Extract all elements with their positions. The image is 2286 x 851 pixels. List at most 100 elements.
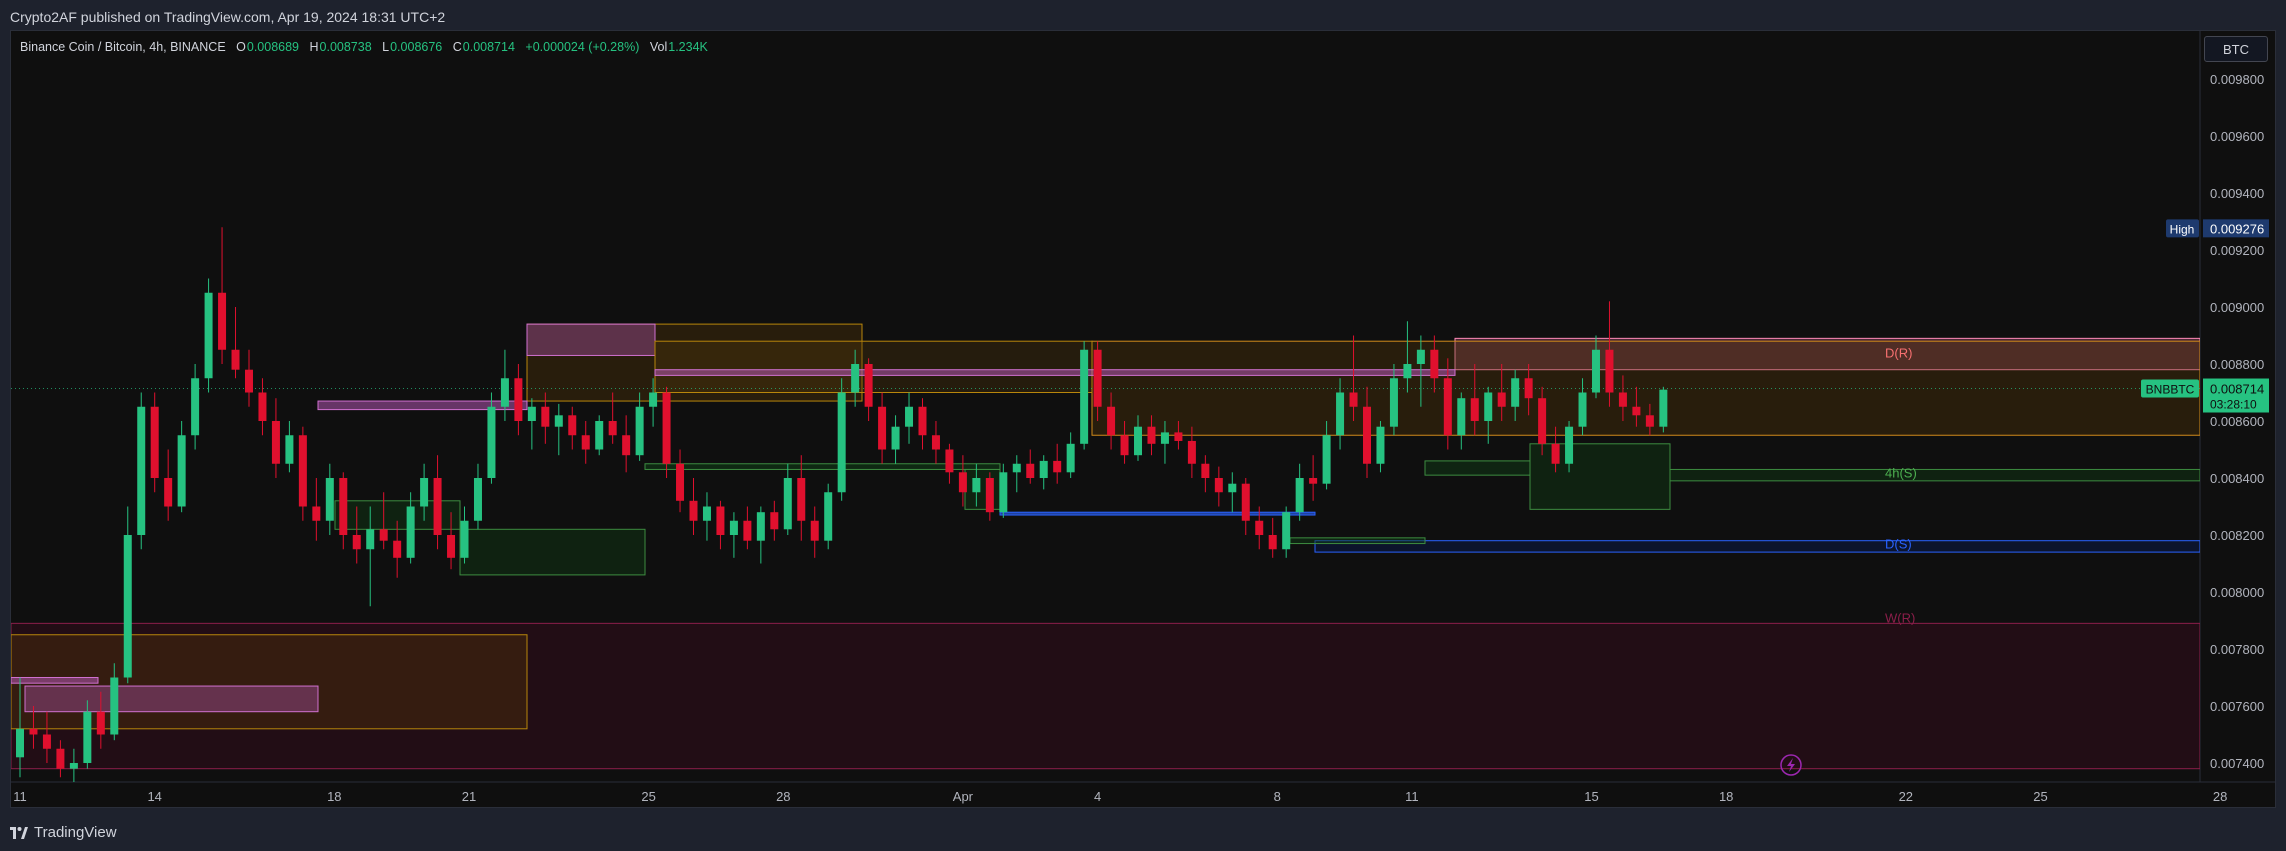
- candle: [1255, 520, 1264, 535]
- candle: [1363, 406, 1371, 464]
- low-value: 0.008676: [390, 40, 443, 54]
- candle: [716, 506, 725, 535]
- x-tick-label: 18: [327, 789, 341, 804]
- candle: [972, 478, 981, 493]
- candle: [649, 392, 658, 407]
- candle: [824, 492, 833, 541]
- high-value: 0.008738: [319, 40, 372, 54]
- candle: [1659, 389, 1668, 427]
- candle: [500, 378, 509, 407]
- candle: [447, 535, 456, 558]
- candle: [568, 415, 577, 436]
- candle: [366, 529, 375, 550]
- x-tick-label: 21: [462, 789, 476, 804]
- candle: [379, 529, 388, 541]
- y-tick-label: 0.008000: [2210, 585, 2264, 600]
- green-line-low: [1289, 537, 1426, 545]
- candle: [676, 463, 685, 501]
- candle: [1147, 426, 1156, 444]
- candle: [352, 535, 361, 550]
- candle: [514, 378, 523, 421]
- currency-button[interactable]: BTC: [2204, 36, 2268, 62]
- four-hour-support-zone: [1669, 468, 2200, 482]
- candle: [16, 728, 24, 758]
- candle: [164, 478, 173, 507]
- price-chart[interactable]: D(R) 4h(S) D(S) W(R) 0.009800 0.009600 0.00940…: [0, 0, 2286, 851]
- candle: [69, 763, 78, 769]
- candle: [1376, 426, 1385, 464]
- candle: [204, 292, 213, 379]
- candle: [271, 421, 280, 464]
- tradingview-logo[interactable]: TradingView: [10, 824, 117, 841]
- candle: [1443, 378, 1452, 436]
- x-tick-label: 4: [1094, 789, 1101, 804]
- candle: [1039, 460, 1048, 478]
- zone-label: D(R): [1885, 346, 1912, 361]
- candle: [110, 677, 119, 735]
- candle: [460, 520, 469, 558]
- candle: [42, 734, 51, 749]
- tradingview-brand: TradingView: [34, 824, 117, 841]
- candle: [985, 478, 994, 513]
- candle: [837, 392, 846, 493]
- y-tick-label: 0.008600: [2210, 414, 2264, 429]
- candle: [1578, 392, 1587, 427]
- candle: [851, 364, 860, 393]
- y-tick-label: 0.008800: [2210, 357, 2264, 372]
- candle: [1066, 443, 1075, 473]
- candle: [810, 520, 819, 541]
- candle: [487, 406, 496, 478]
- candle: [433, 478, 442, 535]
- candle: [244, 369, 253, 393]
- candle: [150, 406, 159, 478]
- candle: [1295, 478, 1304, 513]
- candle: [702, 506, 711, 521]
- candle: [1012, 463, 1021, 473]
- y-tick-label: 0.009000: [2210, 300, 2264, 315]
- candle: [1107, 406, 1116, 436]
- candle: [864, 364, 873, 407]
- candle: [1524, 378, 1533, 399]
- y-tick-label: 0.009200: [2210, 243, 2264, 258]
- purple-line-right: [654, 369, 1456, 376]
- candle: [635, 406, 644, 456]
- candle: [1618, 392, 1627, 407]
- close-label: C: [452, 40, 462, 54]
- candle: [1322, 435, 1331, 484]
- green-zone-4: [1424, 460, 1531, 476]
- candle: [1349, 392, 1358, 407]
- open-label: O: [236, 40, 246, 54]
- candle: [608, 421, 617, 436]
- symbol-badge-label: BNBBTC: [2146, 383, 2195, 397]
- candle: [1187, 440, 1196, 464]
- candle: [1538, 398, 1547, 444]
- candle: [420, 478, 429, 507]
- candle: [325, 478, 334, 521]
- candle: [123, 535, 132, 678]
- zone-label: 4h(S): [1885, 465, 1917, 480]
- candle: [1282, 512, 1291, 550]
- candle: [891, 426, 900, 450]
- candle: [999, 472, 1008, 513]
- daily-support-zone: [1314, 540, 2200, 553]
- candle: [797, 478, 806, 521]
- y-tick-label: 0.007800: [2210, 642, 2264, 657]
- y-tick-label: 0.009600: [2210, 129, 2264, 144]
- candle: [743, 520, 752, 541]
- candle: [1080, 349, 1089, 444]
- candle: [1416, 349, 1425, 364]
- candle: [231, 349, 240, 370]
- blue-line-mid: [999, 511, 1316, 516]
- candle: [1053, 460, 1062, 473]
- candle: [527, 406, 536, 421]
- candle: [1120, 435, 1129, 456]
- candle: [29, 728, 38, 735]
- x-tick-label: 28: [776, 789, 790, 804]
- candle: [878, 406, 887, 450]
- purple-zone-mid: [526, 323, 656, 356]
- candle: [96, 711, 105, 735]
- candle: [1497, 392, 1506, 407]
- candle: [1309, 478, 1318, 484]
- candle: [931, 435, 940, 450]
- candle: [298, 435, 307, 507]
